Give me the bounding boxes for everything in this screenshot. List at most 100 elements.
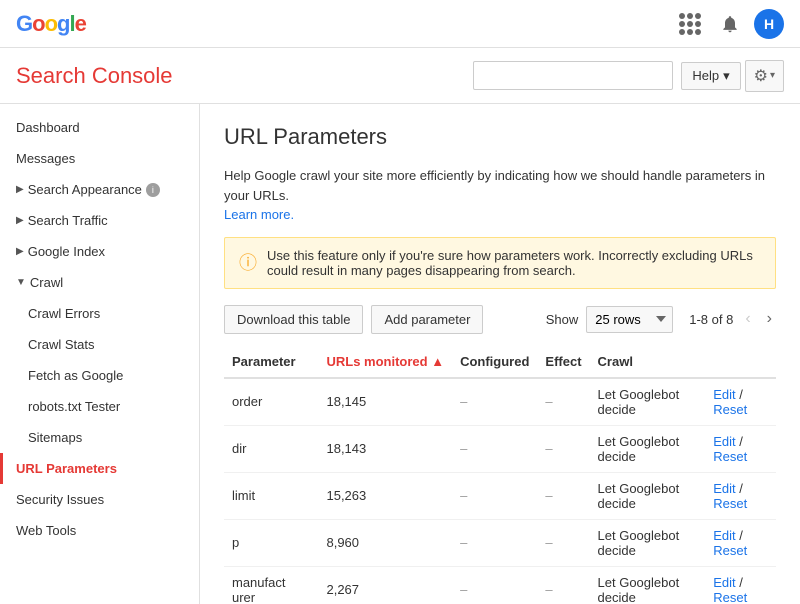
rows-per-page-select[interactable]: 25 rows 50 rows 100 rows [586, 306, 673, 333]
show-label: Show [546, 312, 579, 327]
apps-button[interactable] [674, 8, 706, 40]
cell-actions[interactable]: Edit / Reset [705, 519, 776, 566]
cell-configured: – [452, 566, 537, 604]
cell-actions[interactable]: Edit / Reset [705, 472, 776, 519]
sidebar-item-sitemaps[interactable]: Sitemaps [0, 422, 199, 453]
sidebar-item-crawl-errors[interactable]: Crawl Errors [0, 298, 199, 329]
cell-param: order [224, 378, 318, 426]
main-content: URL Parameters Help Google crawl your si… [200, 104, 800, 604]
cell-crawl: Let Googlebot decide [590, 472, 706, 519]
topbar-right: H [674, 8, 784, 40]
gear-icon: ⚙ [754, 66, 768, 86]
description: Help Google crawl your site more efficie… [224, 166, 776, 225]
arrow-icon: ▶ [16, 184, 24, 195]
cell-param: dir [224, 425, 318, 472]
download-table-button[interactable]: Download this table [224, 305, 363, 334]
col-header-effect: Effect [537, 346, 589, 378]
arrow-icon: ▶ [16, 215, 24, 226]
table-header: Parameter URLs monitored ▲ Configured Ef… [224, 346, 776, 378]
edit-link[interactable]: Edit [713, 434, 735, 449]
parameters-table: Parameter URLs monitored ▲ Configured Ef… [224, 346, 776, 604]
topbar: Google H [0, 0, 800, 48]
cell-actions[interactable]: Edit / Reset [705, 566, 776, 604]
col-header-configured: Configured [452, 346, 537, 378]
col-header-urls[interactable]: URLs monitored ▲ [318, 346, 452, 378]
cell-configured: – [452, 519, 537, 566]
reset-link[interactable]: Reset [713, 402, 747, 417]
col-header-parameter: Parameter [224, 346, 318, 378]
sidebar-item-google-index[interactable]: ▶ Google Index [0, 236, 199, 267]
sidebar-item-search-appearance[interactable]: ▶ Search Appearance i [0, 174, 199, 205]
search-input[interactable] [473, 61, 673, 90]
pagination-info: 1-8 of 8 [689, 312, 733, 327]
cell-urls: 18,143 [318, 425, 452, 472]
sidebar-item-url-parameters[interactable]: URL Parameters [0, 453, 199, 484]
logo-e: e [75, 11, 86, 36]
cell-effect: – [537, 425, 589, 472]
cell-param: limit [224, 472, 318, 519]
cell-configured: – [452, 425, 537, 472]
cell-actions[interactable]: Edit / Reset [705, 378, 776, 426]
reset-link[interactable]: Reset [713, 496, 747, 511]
table-row: p8,960––Let Googlebot decideEdit / Reset [224, 519, 776, 566]
cell-configured: – [452, 472, 537, 519]
settings-chevron-icon: ▾ [770, 70, 775, 81]
reset-link[interactable]: Reset [713, 543, 747, 558]
table-row: order18,145––Let Googlebot decideEdit / … [224, 378, 776, 426]
cell-urls: 2,267 [318, 566, 452, 604]
sidebar-item-fetch-as-google[interactable]: Fetch as Google [0, 360, 199, 391]
sidebar-item-crawl-stats[interactable]: Crawl Stats [0, 329, 199, 360]
edit-link[interactable]: Edit [713, 575, 735, 590]
sidebar-item-search-traffic[interactable]: ▶ Search Traffic [0, 205, 199, 236]
settings-button[interactable]: ⚙ ▾ [745, 60, 784, 92]
reset-link[interactable]: Reset [713, 590, 747, 604]
table-row: dir18,143––Let Googlebot decideEdit / Re… [224, 425, 776, 472]
cell-effect: – [537, 378, 589, 426]
notifications-button[interactable] [714, 8, 746, 40]
cell-effect: – [537, 519, 589, 566]
cell-urls: 8,960 [318, 519, 452, 566]
cell-effect: – [537, 566, 589, 604]
table-row: manufact urer2,267––Let Googlebot decide… [224, 566, 776, 604]
next-page-button[interactable]: › [763, 308, 776, 330]
help-button[interactable]: Help ▾ [681, 62, 740, 90]
header: Search Console Help ▾ ⚙ ▾ [0, 48, 800, 104]
sidebar-item-crawl[interactable]: ▼ Crawl [0, 267, 199, 298]
cell-actions[interactable]: Edit / Reset [705, 425, 776, 472]
table-body: order18,145––Let Googlebot decideEdit / … [224, 378, 776, 604]
logo-o2: o [45, 11, 57, 36]
cell-effect: – [537, 472, 589, 519]
sidebar-item-dashboard[interactable]: Dashboard [0, 112, 199, 143]
app-title: Search Console [16, 63, 173, 89]
logo-o1: o [32, 11, 44, 36]
col-header-crawl: Crawl [590, 346, 706, 378]
edit-link[interactable]: Edit [713, 528, 735, 543]
google-logo: Google [16, 11, 86, 37]
cell-param: manufact urer [224, 566, 318, 604]
learn-more-link[interactable]: Learn more. [224, 207, 294, 222]
edit-link[interactable]: Edit [713, 481, 735, 496]
sidebar-item-messages[interactable]: Messages [0, 143, 199, 174]
table-row: limit15,263––Let Googlebot decideEdit / … [224, 472, 776, 519]
sidebar-item-web-tools[interactable]: Web Tools [0, 515, 199, 546]
cell-urls: 15,263 [318, 472, 452, 519]
add-parameter-button[interactable]: Add parameter [371, 305, 483, 334]
reset-link[interactable]: Reset [713, 449, 747, 464]
cell-crawl: Let Googlebot decide [590, 566, 706, 604]
prev-page-button[interactable]: ‹ [741, 308, 754, 330]
info-icon: i [146, 183, 160, 197]
toolbar: Download this table Add parameter Show 2… [224, 305, 776, 334]
logo-g2: g [57, 11, 69, 36]
chevron-down-icon: ▾ [723, 68, 730, 84]
avatar[interactable]: H [754, 9, 784, 39]
page-title: URL Parameters [224, 124, 776, 150]
edit-link[interactable]: Edit [713, 387, 735, 402]
arrow-open-icon: ▼ [16, 277, 26, 288]
sidebar-item-security-issues[interactable]: Security Issues [0, 484, 199, 515]
topbar-left: Google [16, 11, 86, 37]
cell-crawl: Let Googlebot decide [590, 378, 706, 426]
cell-crawl: Let Googlebot decide [590, 425, 706, 472]
cell-param: p [224, 519, 318, 566]
cell-crawl: Let Googlebot decide [590, 519, 706, 566]
sidebar-item-robots-tester[interactable]: robots.txt Tester [0, 391, 199, 422]
